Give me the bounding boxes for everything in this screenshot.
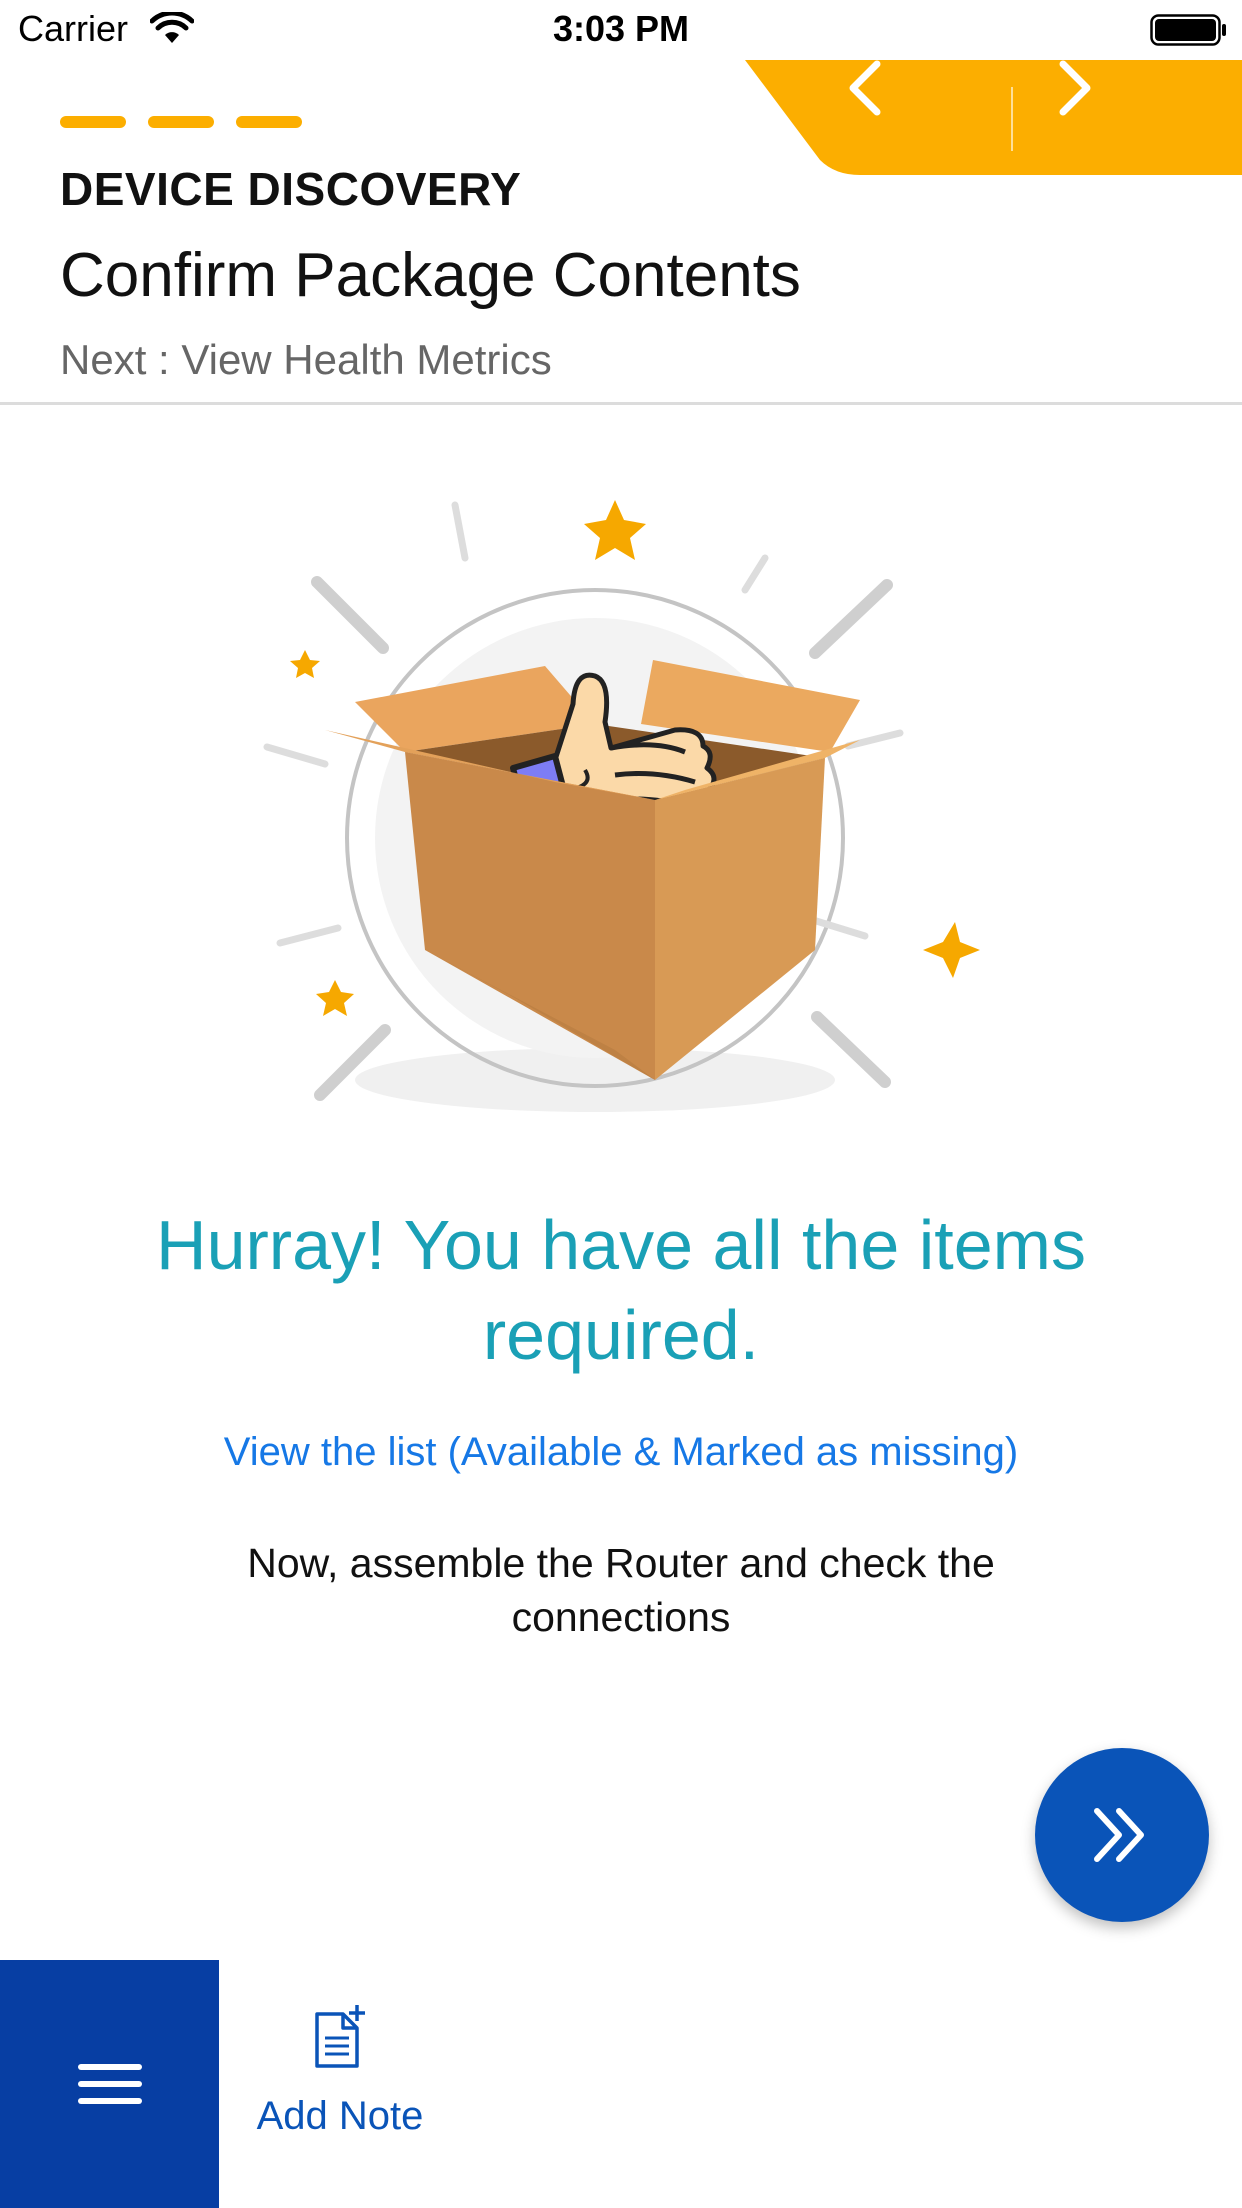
open-box-thumbs-up-illustration [263,500,980,1112]
view-items-list-link[interactable]: View the list (Available & Marked as mis… [0,1430,1242,1475]
page-title: Confirm Package Contents [60,241,801,310]
battery-icon [1150,14,1226,46]
status-time: 3:03 PM [552,8,690,49]
chevron-left-icon [849,60,881,116]
add-note-label: Add Note [256,2094,424,2138]
double-chevron-right-icon [1094,1808,1144,1862]
success-message: Hurray! You have all the items required. [156,1206,1086,1374]
chevron-right-icon [1059,60,1091,116]
step-indicator-1 [60,116,126,128]
next-instruction: Now, assemble the Router and check the c… [247,1540,995,1640]
section-heading: DEVICE DISCOVERY [60,163,522,215]
add-note-button[interactable]: Add Note [240,1996,440,2156]
next-step-label: Next : View Health Metrics [60,336,552,383]
step-indicator-2 [148,116,214,128]
next-step-button[interactable] [1055,60,1225,175]
step-navigation [745,60,1242,175]
status-bar: Carrier 3:03 PM [0,0,1242,60]
previous-step-button[interactable] [845,60,1015,175]
add-note-icon [315,2005,365,2068]
step-indicator-3 [236,116,302,128]
menu-button[interactable] [0,1960,219,2208]
proceed-button[interactable] [1035,1748,1209,1922]
header-divider [0,402,1242,405]
hamburger-menu-icon [77,2064,142,2104]
